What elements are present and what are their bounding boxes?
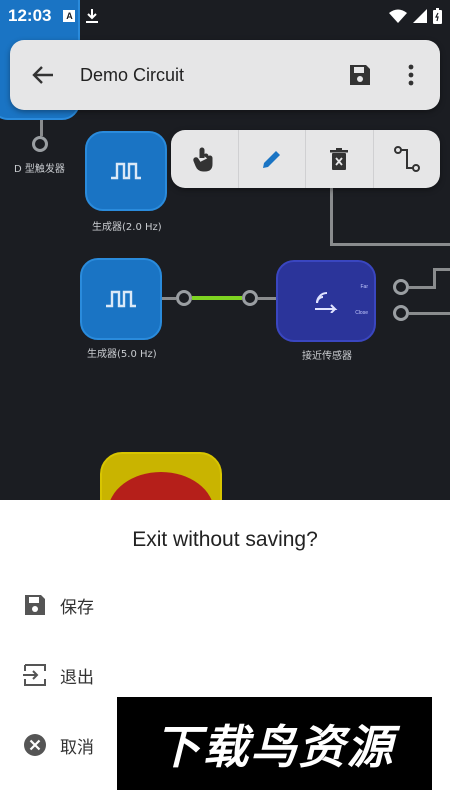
wire-tool-button[interactable] [372,130,441,188]
proximity-wave-icon [315,292,338,313]
wifi-icon [389,9,407,23]
edit-toolbar [171,130,440,188]
wire [40,120,43,136]
cancel-icon [22,732,48,758]
generator-5hz-output-pin[interactable] [176,290,192,306]
app-bar: Demo Circuit [10,40,440,110]
edit-tool-button[interactable] [237,130,306,188]
dialog-item-exit[interactable]: 退出 [0,650,450,700]
red-button-cap[interactable] [108,472,214,500]
proximity-out-far-label: Far [360,284,369,290]
button-component[interactable] [100,452,222,500]
dialog-item-label: 取消 [60,737,94,758]
watermark: 下载鸟资源 [117,697,432,790]
flipflop-pin[interactable] [32,136,48,152]
save-button[interactable] [348,63,372,87]
wire [433,268,450,271]
generator-2hz-block[interactable] [85,131,167,211]
exit-icon [22,662,48,688]
battery-icon [433,8,442,24]
wire [162,297,176,300]
more-vert-icon [408,64,414,86]
dialog-item-label: 退出 [60,667,94,688]
proximity-input-pin[interactable] [242,290,258,306]
wire [258,297,276,300]
wire [433,268,436,289]
back-button[interactable] [32,65,54,85]
square-wave-icon [111,162,141,180]
proximity-out-close-label: Close [355,310,368,316]
save-icon [22,592,48,618]
wire [409,312,450,315]
proximity-far-output-pin[interactable] [393,279,409,295]
generator-2hz-label: 生成器(2.0 Hz) [92,222,162,233]
dialog-title: Exit without saving? [132,528,318,551]
wire [330,188,333,246]
square-wave-icon [106,290,136,308]
arrow-back-icon [32,66,53,84]
delete-icon [330,148,349,170]
proximity-sensor-label: 接近传感器 [302,351,352,362]
dialog-item-save[interactable]: 保存 [0,580,450,630]
wire-connect-icon [393,146,420,172]
proximity-sensor-block[interactable]: Far Close [276,260,376,342]
wire [330,243,450,246]
save-icon [350,65,370,85]
notification-app-icon: A [63,10,76,22]
signal-icon [413,9,427,23]
delete-tool-button[interactable] [305,130,373,188]
page-title: Demo Circuit [80,64,185,85]
proximity-close-output-pin[interactable] [393,305,409,321]
wire [409,286,433,289]
dialog-item-label: 保存 [60,597,94,618]
download-icon [86,9,99,23]
generator-5hz-label: 生成器(5.0 Hz) [87,349,157,360]
status-time: 12:03 [8,6,52,25]
flipflop-label: D 型触发器 [14,164,65,175]
pencil-icon [262,151,280,168]
status-bar: 12:03 A [0,0,450,32]
touch-tool-button[interactable] [171,130,238,188]
touch-icon [193,147,213,172]
generator-5hz-block[interactable] [80,258,162,340]
more-options-button[interactable] [408,64,414,86]
active-wire [192,296,242,300]
